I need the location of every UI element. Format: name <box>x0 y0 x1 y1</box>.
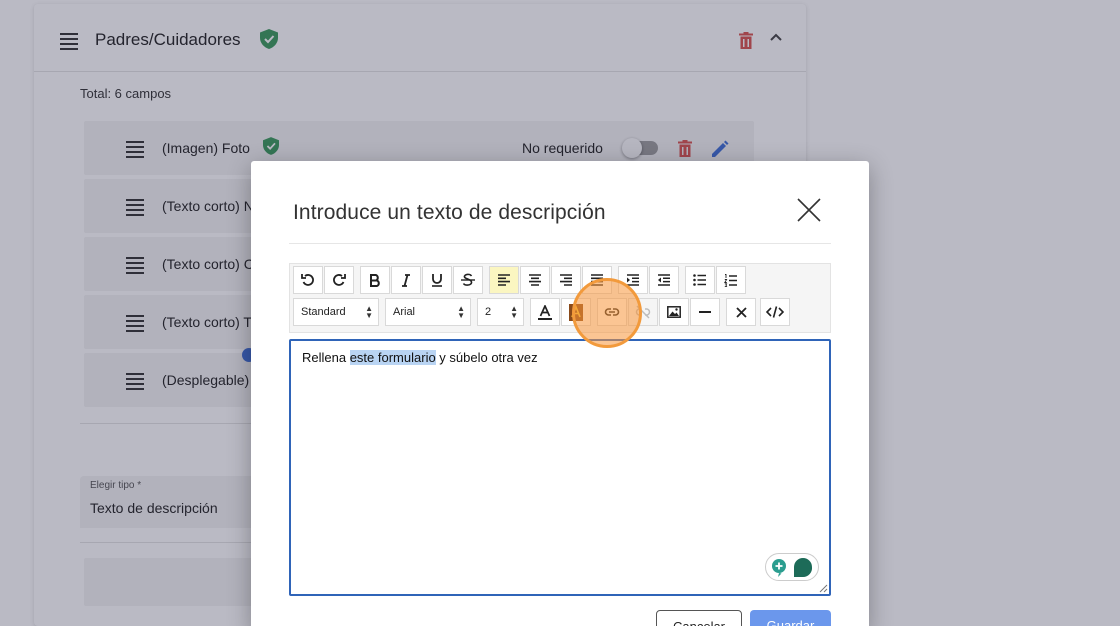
editor-text-after: y súbelo otra vez <box>435 350 538 365</box>
redo-icon <box>333 274 346 286</box>
outdent-button[interactable] <box>649 266 679 294</box>
link-icon <box>604 308 620 316</box>
unlink-icon <box>635 305 651 319</box>
align-right-button[interactable] <box>551 266 581 294</box>
modal-divider <box>289 243 831 244</box>
close-icon[interactable] <box>796 197 822 223</box>
text-color-button[interactable] <box>530 298 560 326</box>
numbered-list-button[interactable] <box>716 266 746 294</box>
grammarly-icon <box>772 558 813 578</box>
select-arrows-icon: ▲ ▼ <box>510 304 518 320</box>
italic-button[interactable] <box>391 266 421 294</box>
bold-icon <box>370 273 380 287</box>
remove-format-icon <box>735 306 747 318</box>
align-right-icon <box>560 274 572 286</box>
remove-format-button[interactable] <box>726 298 756 326</box>
rich-text-editor[interactable]: Rellena este formulario y súbelo otra ve… <box>289 339 831 596</box>
strikethrough-button[interactable] <box>453 266 483 294</box>
insert-link-button[interactable] <box>597 298 627 326</box>
unlink-button[interactable] <box>628 298 658 326</box>
align-justify-button[interactable] <box>582 266 612 294</box>
undo-button[interactable] <box>293 266 323 294</box>
select-arrows-icon: ▲ ▼ <box>457 304 465 320</box>
align-justify-icon <box>591 274 603 286</box>
align-center-icon <box>529 274 541 286</box>
save-button[interactable]: Guardar <box>750 610 831 626</box>
size-select[interactable]: 2 ▲ ▼ <box>477 298 524 326</box>
underline-icon <box>432 274 442 287</box>
grammarly-widget[interactable] <box>765 553 819 581</box>
insert-image-button[interactable] <box>659 298 689 326</box>
bullet-list-button[interactable] <box>685 266 715 294</box>
editor-toolbar: Standard ▲ ▼ Arial ▲ ▼ 2 ▲ ▼ <box>289 263 831 333</box>
undo-icon <box>301 274 314 286</box>
numbered-list-icon <box>724 273 737 287</box>
bold-button[interactable] <box>360 266 390 294</box>
modal-title: Introduce un texto de descripción <box>293 201 606 224</box>
horizontal-rule-button[interactable] <box>690 298 720 326</box>
format-select-value: Standard <box>301 306 346 318</box>
editor-text-before: Rellena <box>302 350 350 365</box>
resize-handle-icon[interactable] <box>819 584 828 593</box>
image-icon <box>667 306 681 318</box>
format-select[interactable]: Standard ▲ ▼ <box>293 298 379 326</box>
background-color-icon <box>569 303 583 321</box>
bullet-list-icon <box>693 274 706 286</box>
text-color-icon <box>538 304 552 320</box>
align-center-button[interactable] <box>520 266 550 294</box>
source-code-button[interactable] <box>760 298 790 326</box>
code-icon <box>766 306 784 318</box>
horizontal-rule-icon <box>699 311 711 313</box>
font-select-value: Arial <box>393 306 416 318</box>
align-left-button[interactable] <box>489 266 519 294</box>
editor-content[interactable]: Rellena este formulario y súbelo otra ve… <box>302 350 538 365</box>
strikethrough-icon <box>461 273 475 286</box>
italic-icon <box>402 273 410 287</box>
background-color-button[interactable] <box>561 298 591 326</box>
align-left-icon <box>498 274 510 286</box>
cancel-button[interactable]: Cancelar <box>656 610 742 626</box>
redo-button[interactable] <box>324 266 354 294</box>
font-select[interactable]: Arial ▲ ▼ <box>385 298 471 326</box>
underline-button[interactable] <box>422 266 452 294</box>
editor-selected-text: este formulario <box>349 350 436 365</box>
size-select-value: 2 <box>485 306 492 318</box>
indent-icon <box>627 274 639 286</box>
description-modal: Introduce un texto de descripción Standa… <box>251 161 869 626</box>
indent-button[interactable] <box>618 266 648 294</box>
select-arrows-icon: ▲ ▼ <box>365 304 373 320</box>
outdent-icon <box>658 274 670 286</box>
